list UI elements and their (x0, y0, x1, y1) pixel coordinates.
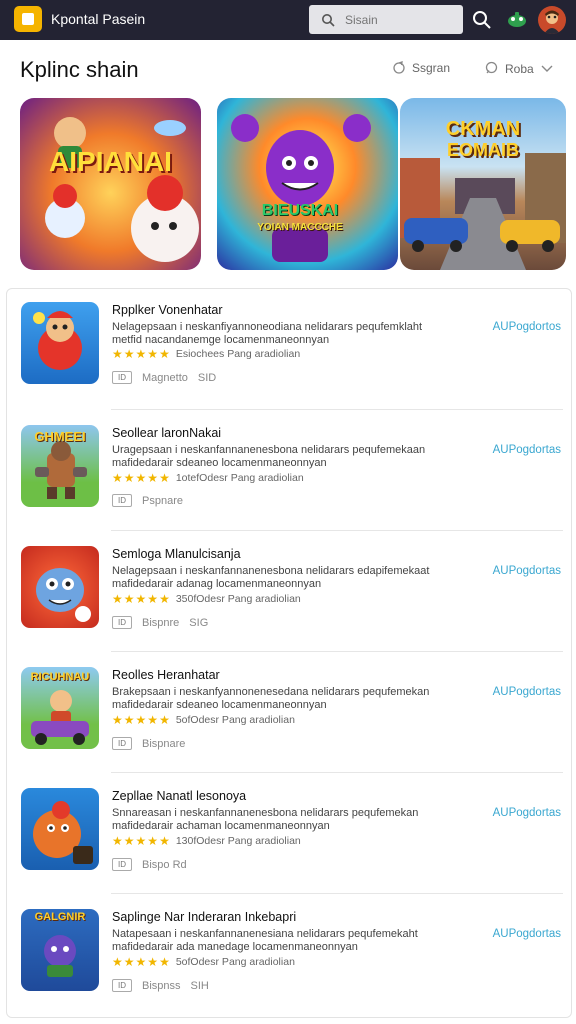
device-icon: ID (112, 979, 132, 992)
device-icon: ID (112, 371, 132, 384)
meta-label: Bispnss (142, 979, 181, 992)
featured-tile-2-label: BIEUSKAI (261, 202, 339, 219)
app-meta: ID Magnetto SID (112, 371, 216, 384)
rating: ★ ★ ★ ★ ★ 130fOdesr Pang aradiolian (112, 834, 301, 848)
app-icon: GHMEEI (21, 425, 99, 507)
rating-text: Esiochees Pang aradiolian (175, 348, 301, 360)
page-title: Kplinc shain (20, 57, 139, 82)
app-title: Semloga Mlanulcisanja (112, 547, 241, 561)
app-title: Reolles Heranhatar (112, 668, 220, 682)
filter-link-label: Roba (505, 61, 534, 76)
list-item[interactable]: GHMEEI Seollear laronNakai Uragepsaan i … (7, 410, 573, 531)
rating-text: 350fOdesr Pang aradiolian (175, 593, 301, 605)
search-button-icon[interactable] (468, 6, 496, 34)
app-icon (21, 302, 99, 384)
list-item[interactable]: Semloga Mlanulcisanja Nelagepsaan i nesk… (7, 531, 573, 652)
featured-tile-3[interactable]: CKMAN EOMAIB (400, 98, 566, 270)
filter-link[interactable]: Roba (484, 61, 554, 76)
app-title: Seollear laronNakai (112, 426, 222, 440)
featured-tile-3-sublabel: EOMAIB (447, 140, 519, 160)
rating-text: 1otefOdesr Pang aradiolian (175, 472, 304, 484)
app-link[interactable]: AUPogdortas (493, 444, 561, 456)
avatar[interactable] (538, 6, 566, 34)
featured-art-1 (45, 117, 199, 262)
featured-tile-1-label: AIPIANAI (49, 146, 172, 177)
rating-text: 5ofOdesr Pang aradiolian (175, 714, 295, 726)
app-link[interactable]: AUPogdortas (493, 928, 561, 940)
device-icon: ID (112, 737, 132, 750)
app-list: Rpplker Vonenhatar Nelagepsaan i neskanf… (6, 288, 572, 1018)
app-description: Natapesaan i neskanfannanenesiana nelida… (112, 928, 418, 953)
meta-label: Bispo Rd (142, 858, 187, 871)
app-title: Zepllae Nanatl lesonoya (112, 789, 247, 803)
meta-label: Pspnare (142, 494, 183, 507)
rating: ★ ★ ★ ★ ★ 1otefOdesr Pang aradiolian (112, 471, 304, 485)
app-link[interactable]: AUPogdortas (493, 565, 561, 577)
meta-label: Magnetto (142, 371, 188, 384)
list-item[interactable]: RICUHNAU Reolles Heranhatar Brakepsaan i… (7, 652, 573, 773)
device-icon: ID (112, 858, 132, 871)
featured-tile-3-label: CKMAN (445, 118, 521, 140)
device-icon: ID (112, 616, 132, 629)
app-link[interactable]: AUPogdortos (493, 321, 561, 333)
list-item[interactable]: GALGNIR Saplinge Nar Inderaran Inkebapri… (7, 894, 573, 1015)
device-icon: ID (112, 494, 132, 507)
meta-label: Bispnare (142, 737, 186, 750)
meta-size: SID (197, 371, 217, 384)
top-bar: Kpontal Pasein (0, 0, 576, 40)
rating: ★ ★ ★ ★ ★ 350fOdesr Pang aradiolian (112, 592, 301, 606)
app-link[interactable]: AUPogdortas (493, 686, 561, 698)
app-description: Uragepsaan i neskanfannanenesbona nelida… (112, 444, 426, 469)
list-item[interactable]: Rpplker Vonenhatar Nelagepsaan i neskanf… (7, 289, 573, 410)
rating: ★ ★ ★ ★ ★ 5ofOdesr Pang aradiolian (112, 713, 295, 727)
refresh-icon (393, 61, 405, 74)
search-input[interactable] (345, 12, 455, 27)
app-description: Snnareasan i neskanfannanenesbona nelida… (112, 807, 419, 832)
rating-text: 130fOdesr Pang aradiolian (175, 835, 301, 847)
rating: ★ ★ ★ ★ ★ Esiochees Pang aradiolian (112, 347, 301, 361)
app-meta: ID Pspnare (112, 494, 183, 507)
sort-link[interactable]: Ssgran (392, 61, 450, 75)
app-description: Nelagepsaan i neskanfannanenesbona nelid… (112, 565, 430, 590)
app-icon (21, 546, 99, 628)
search-icon (317, 9, 339, 31)
list-item[interactable]: Zepllae Nanatl lesonoya Snnareasan i nes… (7, 773, 573, 894)
featured-tile-2[interactable]: BIEUSKAI YOIAN MACCCHE (217, 98, 398, 270)
featured-tile-2-sublabel: YOIAN MACCCHE (257, 222, 343, 233)
meta-label: Bispnre (142, 616, 180, 629)
app-description: Nelagepsaan i neskanfiyannoneodiana neli… (112, 321, 423, 346)
app-meta: ID Bispnare (112, 737, 185, 750)
app-icon: RICUHNAU (21, 667, 99, 749)
sort-link-label: Ssgran (412, 61, 451, 75)
search-box[interactable] (309, 5, 463, 34)
rating: ★ ★ ★ ★ ★ 5ofOdesr Pang aradiolian (112, 955, 295, 969)
meta-size: SIH (190, 979, 209, 992)
game-controller-icon[interactable] (503, 6, 531, 34)
app-icon: GALGNIR (21, 909, 99, 991)
app-meta: ID Bispnre SIG (112, 616, 208, 629)
app-title: Saplinge Nar Inderaran Inkebapri (112, 910, 297, 924)
app-description: Brakepsaan i neskanfyannonenesedana neli… (112, 686, 430, 711)
comment-icon (485, 61, 498, 74)
meta-size: SIG (189, 616, 209, 629)
featured-art-2 (231, 114, 371, 262)
app-title: Kpontal Pasein (51, 11, 146, 27)
app-meta: ID Bispnss SIH (112, 979, 209, 992)
app-link[interactable]: AUPogdortas (493, 807, 561, 819)
app-icon (21, 788, 99, 870)
rating-text: 5ofOdesr Pang aradiolian (175, 956, 295, 968)
chevron-down-icon (541, 65, 553, 72)
app-title: Rpplker Vonenhatar (112, 303, 223, 317)
featured-tile-1[interactable]: AIPIANAI (20, 98, 201, 270)
app-logo-icon[interactable] (14, 6, 42, 32)
app-meta: ID Bispo Rd (112, 858, 187, 871)
